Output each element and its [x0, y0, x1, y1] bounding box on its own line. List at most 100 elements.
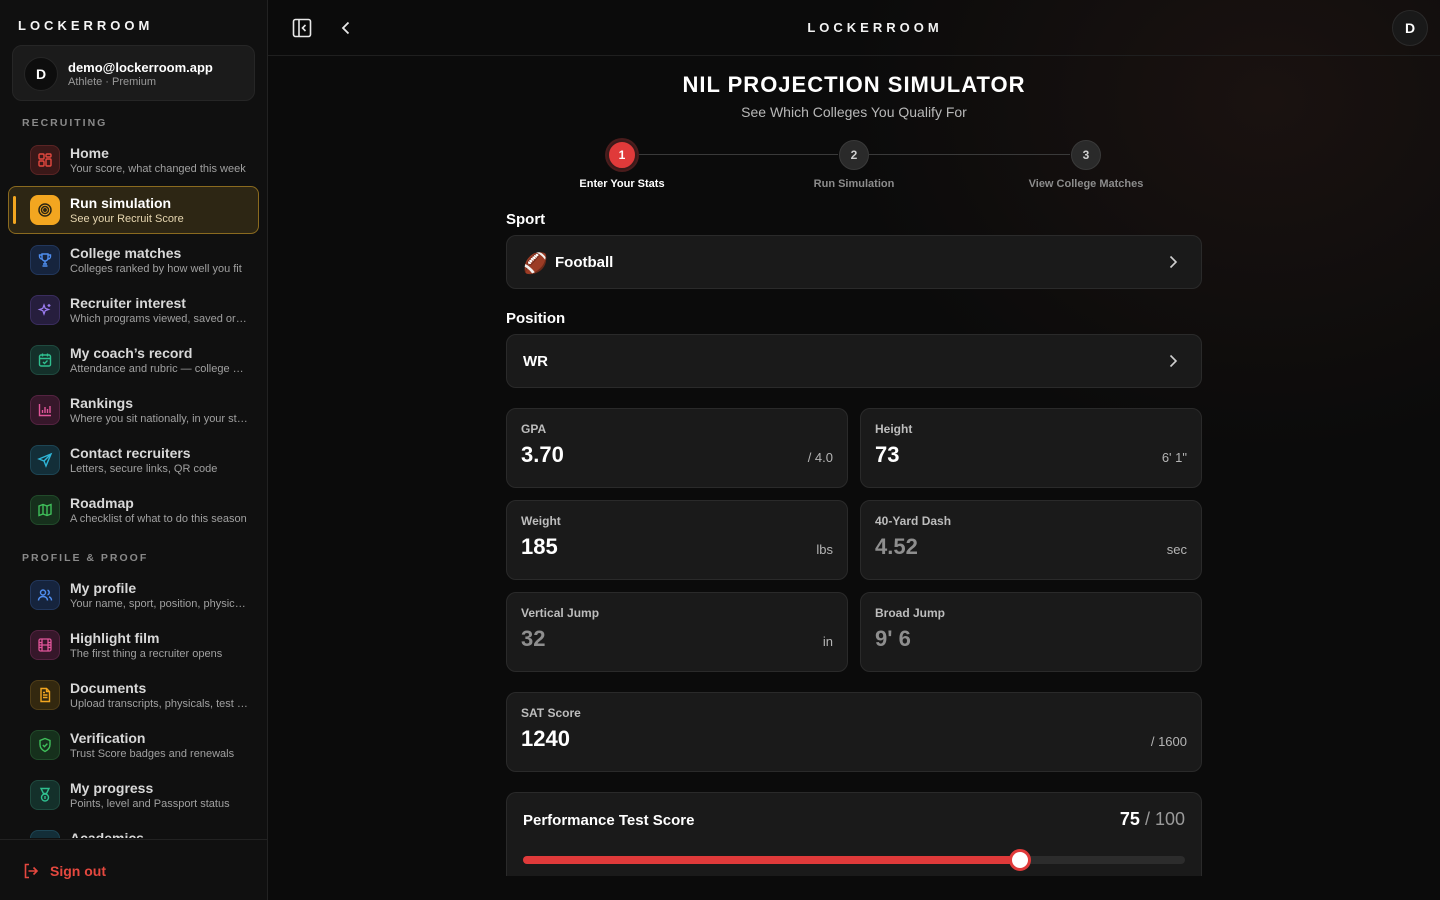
weight-value[interactable]: 185 [521, 534, 558, 560]
position-value: WR [523, 353, 548, 370]
sidebar-item-contact-recruiters[interactable]: Contact recruiters Letters, secure links… [8, 436, 259, 484]
height-field[interactable]: Height 73 6' 1" [860, 408, 1202, 488]
weight-unit: lbs [816, 542, 833, 557]
forty-yard-dash-field[interactable]: 40-Yard Dash 4.52 sec [860, 500, 1202, 580]
sidebar-item-my-profile[interactable]: My profile Your name, sport, position, p… [8, 571, 259, 619]
sat-score-label: SAT Score [521, 706, 581, 720]
step-connector [637, 154, 838, 155]
sidebar-item-run-simulation[interactable]: Run simulation See your Recruit Score [8, 186, 259, 234]
performance-test-card: Performance Test Score 75 / 100 [506, 792, 1202, 876]
sidebar-item-title: Contact recruiters [70, 445, 191, 461]
forty-yard-dash-unit: sec [1166, 542, 1187, 557]
calendar-check-icon [30, 345, 60, 375]
sidebar-item-subtitle: Which programs viewed, saved or contacte… [70, 313, 248, 325]
sidebar-item-subtitle: Your name, sport, position, physicals [70, 598, 248, 610]
top-bar: LOCKERROOM D [268, 0, 1440, 56]
bar-chart-icon [30, 395, 60, 425]
sidebar-item-subtitle: See your Recruit Score [70, 213, 184, 225]
gpa-field[interactable]: GPA 3.70 / 4.0 [506, 408, 848, 488]
sidebar-item-subtitle: The first thing a recruiter opens [70, 648, 223, 660]
height-label: Height [875, 422, 913, 436]
sidebar-item-title: Documents [70, 680, 147, 696]
account-card[interactable]: D demo@lockerroom.app Athlete · Premium [12, 45, 255, 101]
vertical-jump-value[interactable]: 32 [521, 626, 545, 652]
sidebar-item-subtitle: A checklist of what to do this season [70, 513, 247, 525]
sidebar-item-recruiter-interest[interactable]: Recruiter interest Which programs viewed… [8, 286, 259, 334]
sidebar-item-title: Home [70, 145, 109, 161]
sidebar-item-documents[interactable]: Documents Upload transcripts, physicals,… [8, 671, 259, 719]
sidebar-item-title: Run simulation [70, 195, 172, 211]
sidebar-scroll-area[interactable]: LOCKERROOM D demo@lockerroom.app Athlete… [0, 0, 268, 838]
sidebar-item-title: Academics [70, 830, 144, 838]
vertical-jump-unit: in [822, 634, 833, 649]
step-1-indicator[interactable]: 1 [607, 140, 637, 170]
sidebar-item-title: Roadmap [70, 495, 134, 511]
sidebar-item-title: My progress [70, 780, 154, 796]
sidebar-item-title: My profile [70, 580, 137, 596]
sidebar-item-academics[interactable]: Academics [8, 821, 259, 838]
gpa-unit: / 4.0 [807, 450, 833, 465]
sidebar-item-roadmap[interactable]: Roadmap A checklist of what to do this s… [8, 486, 259, 534]
sidebar-item-title: Verification [70, 730, 146, 746]
user-avatar-button[interactable]: D [1392, 10, 1428, 46]
sport-label: Sport [506, 211, 546, 228]
document-icon [30, 680, 60, 710]
step-2-indicator[interactable]: 2 [839, 140, 869, 170]
position-label: Position [506, 310, 566, 327]
weight-label: Weight [521, 514, 561, 528]
sidebar-item-highlight-film[interactable]: Highlight film The first thing a recruit… [8, 621, 259, 669]
main-content: LOCKERROOM D NIL PROJECTION SIMULATOR Se… [268, 0, 1440, 900]
sat-score-unit: / 1600 [1150, 734, 1187, 749]
step-connector [869, 154, 1070, 155]
sign-out-label: Sign out [50, 863, 106, 879]
grid-icon [30, 145, 60, 175]
forty-yard-dash-label: 40-Yard Dash [875, 514, 952, 528]
sign-out-icon [24, 863, 39, 879]
performance-slider-track[interactable] [523, 849, 1185, 871]
account-plan: Athlete · Premium [68, 76, 157, 88]
sat-score-field[interactable]: SAT Score 1240 / 1600 [506, 692, 1202, 772]
sidebar-item-home[interactable]: Home Your score, what changed this week [8, 136, 259, 184]
sidebar-item-subtitle: Upload transcripts, physicals, test scor… [70, 698, 248, 710]
sidebar-item-rankings[interactable]: Rankings Where you sit nationally, in yo… [8, 386, 259, 434]
weight-field[interactable]: Weight 185 lbs [506, 500, 848, 580]
gpa-value[interactable]: 3.70 [521, 442, 564, 468]
step-3-indicator[interactable]: 3 [1071, 140, 1101, 170]
sidebar-item-coach-record[interactable]: My coach’s record Attendance and rubric … [8, 336, 259, 384]
broad-jump-field[interactable]: Broad Jump 9' 6 [860, 592, 1202, 672]
sidebar-footer: Sign out [0, 839, 267, 900]
step-1-label: Enter Your Stats [579, 178, 665, 190]
users-icon [30, 580, 60, 610]
sport-value: Football [555, 254, 614, 271]
sidebar-item-subtitle: Points, level and Passport status [70, 798, 230, 810]
sidebar-item-title: Recruiter interest [70, 295, 186, 311]
sidebar-item-verification[interactable]: Verification Trust Score badges and rene… [8, 721, 259, 769]
sidebar-item-title: College matches [70, 245, 182, 261]
position-select[interactable]: WR [506, 334, 1202, 388]
sidebar-item-subtitle: Colleges ranked by how well you fit [70, 263, 242, 275]
height-value[interactable]: 73 [875, 442, 899, 468]
active-indicator [13, 196, 16, 224]
sidebar-item-my-progress[interactable]: My progress Points, level and Passport s… [8, 771, 259, 819]
gpa-label: GPA [521, 422, 547, 436]
football-icon: 🏈 [523, 253, 548, 275]
performance-slider-thumb[interactable] [1008, 849, 1031, 871]
chevron-right-icon [1169, 255, 1178, 269]
performance-slider-fill [523, 856, 1020, 864]
sport-select[interactable]: 🏈 Football [506, 235, 1202, 289]
sparkles-icon [30, 295, 60, 325]
sidebar-item-title: Highlight film [70, 630, 160, 646]
forty-yard-dash-value[interactable]: 4.52 [875, 534, 918, 560]
sign-out-button[interactable]: Sign out [22, 862, 106, 880]
vertical-jump-field[interactable]: Vertical Jump 32 in [506, 592, 848, 672]
avatar: D [24, 57, 58, 91]
sat-score-value[interactable]: 1240 [521, 726, 570, 752]
map-icon [30, 495, 60, 525]
sidebar-item-title: My coach’s record [70, 345, 193, 361]
height-unit: 6' 1" [1161, 450, 1187, 465]
book-icon [30, 830, 60, 838]
vertical-jump-label: Vertical Jump [521, 606, 600, 620]
broad-jump-value[interactable]: 9' 6 [875, 626, 911, 652]
account-email: demo@lockerroom.app [68, 60, 213, 75]
sidebar-item-college-matches[interactable]: College matches Colleges ranked by how w… [8, 236, 259, 284]
